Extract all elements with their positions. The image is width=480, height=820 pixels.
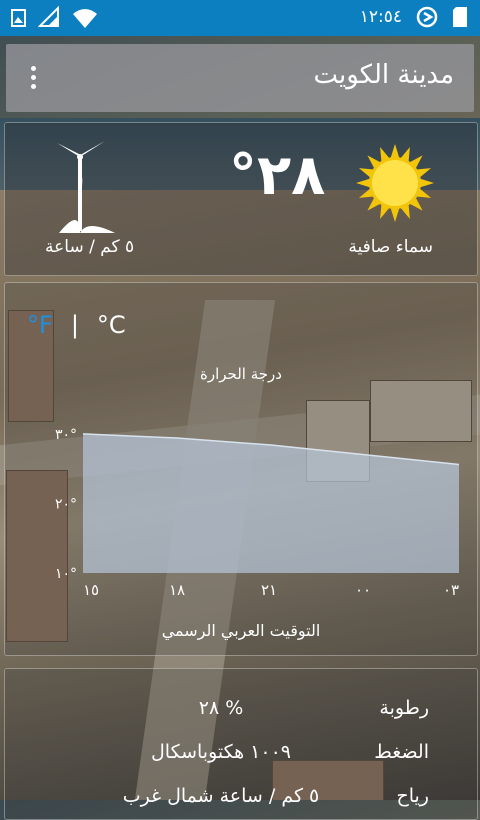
wind-label: رياح (396, 785, 429, 807)
wind-turbine-icon (57, 141, 115, 233)
status-clock: ١٢:٥٤ (359, 7, 402, 27)
photo-notification-icon (11, 9, 26, 27)
humidity-label: رطوبة (379, 697, 429, 719)
humidity-value: ٢٨ % (198, 697, 244, 719)
wifi-icon (73, 9, 97, 28)
y-tick-label: ٢٠° (55, 496, 77, 512)
sun-ray (419, 178, 434, 188)
sd-card-icon (453, 7, 467, 27)
cellular-signal-icon (38, 6, 59, 27)
wind-speed-text: ٥ كم / ساعة (45, 237, 135, 257)
x-axis-label: التوقيت العربي الرسمي (161, 621, 321, 640)
x-tick-label: ١٨ (169, 581, 185, 599)
app-bar: مدينة الكويت (6, 44, 474, 112)
status-bar: ١٢:٥٤ (0, 0, 480, 36)
wind-value: ٥ كم / ساعة شمال غرب (122, 785, 320, 807)
current-temperature: °٢٨ (229, 143, 326, 208)
pressure-value: ١٠٠٩ هكتوباسكال (150, 741, 291, 763)
sun-icon (356, 144, 434, 222)
x-tick-label: ٠٠ (355, 581, 371, 599)
y-tick-label: ٣٠° (55, 427, 77, 443)
overflow-menu-icon[interactable] (28, 66, 38, 92)
x-tick-label: ٢١ (261, 581, 277, 599)
details-card: رطوبة ٢٨ % الضغط ١٠٠٩ هكتوباسكال رياح ٥ … (4, 668, 478, 820)
condition-text: سماء صافية (348, 237, 433, 257)
data-saver-icon (416, 6, 438, 28)
temperature-chart-card: °F | °C درجة الحرارة ١٠° ٢٠° ٣٠° ١٥ ١٨ ٢١ ٠٠ ٠٣… (4, 282, 478, 656)
temperature-area (83, 433, 459, 573)
x-tick-label: ٠٣ (443, 581, 459, 599)
pressure-label: الضغط (374, 741, 429, 763)
x-tick-label: ١٥ (83, 581, 99, 599)
current-weather-card: °٢٨ سماء صافية ٥ كم / ساعة (4, 122, 478, 276)
sun-ray (390, 207, 400, 222)
y-tick-label: ١٠° (55, 566, 77, 582)
temperature-chart: ١٠° ٢٠° ٣٠° ١٥ ١٨ ٢١ ٠٠ ٠٣ (55, 427, 460, 599)
sun-ray (390, 144, 400, 159)
sun-ray (356, 178, 371, 188)
city-title: مدينة الكويت (313, 60, 454, 90)
